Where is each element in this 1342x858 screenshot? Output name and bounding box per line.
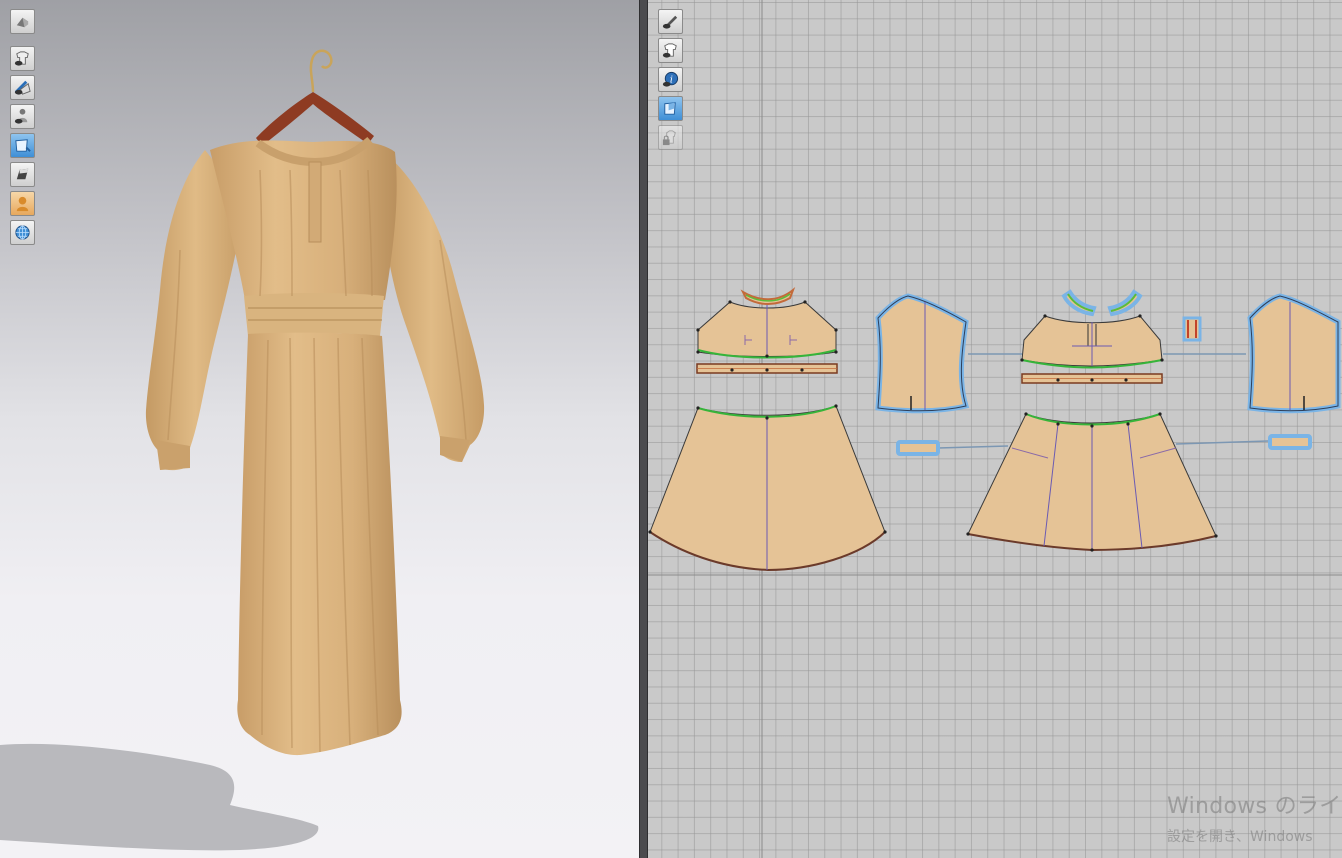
viewport-splitter[interactable]: [639, 0, 648, 858]
environment-globe-icon[interactable]: [10, 220, 35, 245]
viewport-2d[interactable]: i: [648, 0, 1342, 858]
viewport-3d-toolbar: [10, 9, 35, 249]
garment-3d-render[interactable]: [0, 0, 639, 858]
pattern-info-icon[interactable]: i: [658, 67, 683, 92]
garment-show-icon[interactable]: [658, 38, 683, 63]
hanger-hook: [309, 49, 333, 93]
floor-shadow: [0, 743, 319, 851]
viewport-2d-toolbar: i: [658, 9, 683, 154]
hanger: [256, 92, 374, 146]
pattern-canvas[interactable]: [648, 0, 1342, 858]
texture-2d-icon[interactable]: [658, 96, 683, 121]
avatar-display-icon[interactable]: [10, 9, 35, 34]
avatar-visibility-icon[interactable]: [10, 104, 35, 129]
waistband: [244, 293, 384, 336]
right-cuff: [440, 436, 470, 462]
thickness-icon[interactable]: [10, 162, 35, 187]
skin-shading-icon[interactable]: [10, 191, 35, 216]
pattern-button-tab: [1182, 316, 1202, 342]
placket: [308, 161, 322, 243]
pattern-sleeve-left: [875, 293, 970, 414]
viewport-3d[interactable]: [0, 0, 639, 858]
pattern-sleeve-right: [1247, 293, 1341, 414]
fabric-render-icon[interactable]: [10, 133, 35, 158]
lock-garment-icon[interactable]: [658, 125, 683, 150]
garment-visibility-icon[interactable]: [10, 46, 35, 71]
texture-surface-icon[interactable]: [10, 75, 35, 100]
pattern-pen-icon[interactable]: [658, 9, 683, 34]
